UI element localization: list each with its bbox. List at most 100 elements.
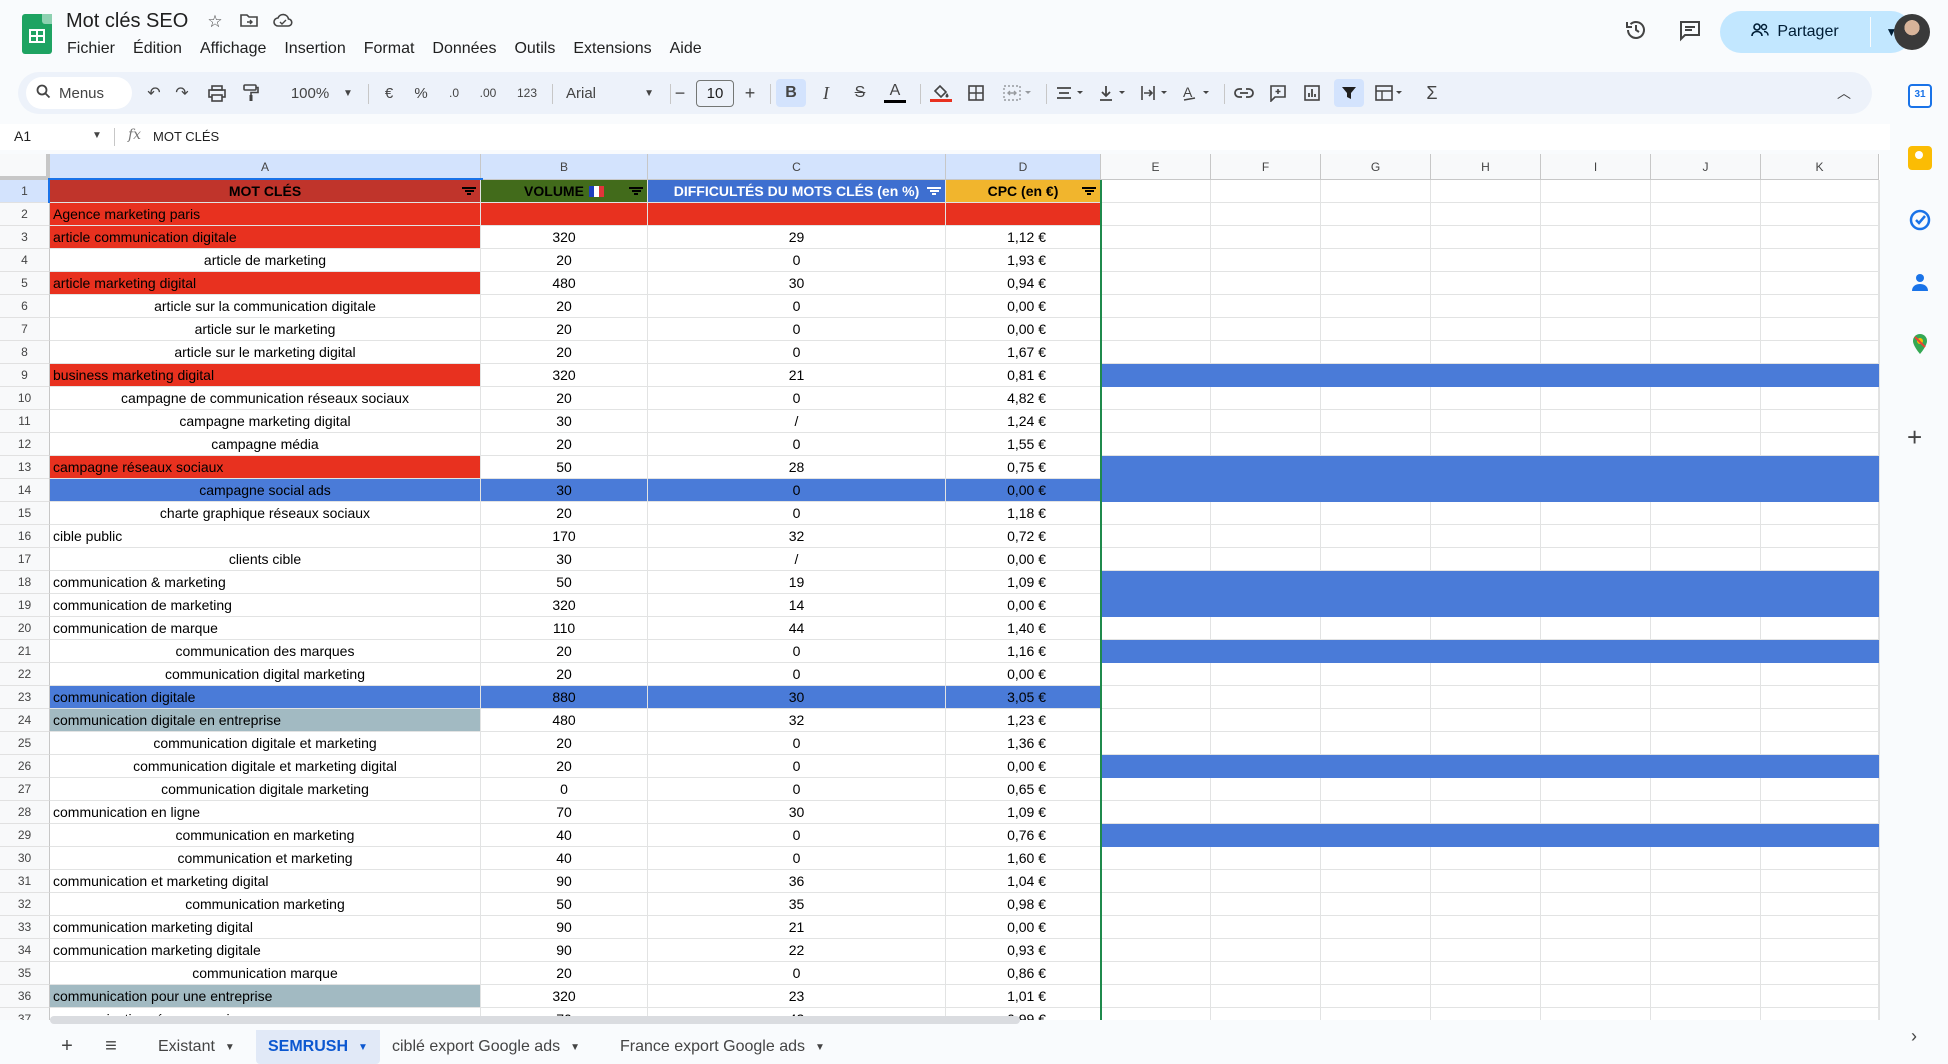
sheet-tab-caret-icon[interactable]: ▼ bbox=[815, 1042, 825, 1053]
cell-c[interactable]: 0 bbox=[648, 640, 946, 663]
empty-cell[interactable] bbox=[1541, 203, 1651, 226]
share-button[interactable]: Partager bbox=[1720, 11, 1870, 53]
cell-d[interactable]: 1,24 € bbox=[946, 410, 1101, 433]
row-number[interactable]: 15 bbox=[0, 502, 50, 525]
row-number[interactable]: 36 bbox=[0, 985, 50, 1008]
filter-icon[interactable] bbox=[1334, 79, 1364, 107]
redo-icon[interactable]: ↷ bbox=[170, 79, 194, 107]
search-menus-input[interactable]: Menus bbox=[26, 77, 132, 109]
sheet-tab-caret-icon[interactable]: ▼ bbox=[225, 1042, 235, 1053]
increase-font-size-icon[interactable]: + bbox=[738, 79, 762, 107]
row-number[interactable]: 35 bbox=[0, 962, 50, 985]
empty-cell[interactable] bbox=[1541, 847, 1651, 870]
empty-cell[interactable] bbox=[1101, 893, 1211, 916]
cell-c[interactable]: 21 bbox=[648, 364, 946, 387]
column-header-e[interactable]: E bbox=[1101, 154, 1211, 180]
empty-cell[interactable] bbox=[1431, 985, 1541, 1008]
horizontal-scrollbar[interactable] bbox=[50, 1016, 1020, 1024]
empty-cell[interactable] bbox=[1321, 778, 1431, 801]
empty-cell[interactable] bbox=[1761, 180, 1879, 203]
empty-cell[interactable] bbox=[1541, 962, 1651, 985]
empty-cell[interactable] bbox=[1431, 709, 1541, 732]
cell-c[interactable]: 0 bbox=[648, 341, 946, 364]
empty-cell[interactable] bbox=[1651, 916, 1761, 939]
empty-cell[interactable] bbox=[1321, 962, 1431, 985]
cell-c[interactable]: 0 bbox=[648, 778, 946, 801]
cell-c[interactable]: 30 bbox=[648, 272, 946, 295]
empty-cell[interactable] bbox=[1541, 663, 1651, 686]
increase-decimal-button[interactable]: .00 bbox=[472, 79, 504, 107]
sheet-tab-caret-icon[interactable]: ▼ bbox=[570, 1042, 580, 1053]
empty-cell[interactable] bbox=[1541, 801, 1651, 824]
empty-cell[interactable] bbox=[1101, 778, 1211, 801]
empty-cell[interactable] bbox=[1431, 525, 1541, 548]
cell-c[interactable]: 19 bbox=[648, 571, 946, 594]
empty-cell[interactable] bbox=[1211, 203, 1321, 226]
cell-a[interactable]: communication marketing digital bbox=[50, 916, 481, 939]
row-number[interactable]: 18 bbox=[0, 571, 50, 594]
text-rotation-icon[interactable]: A bbox=[1178, 79, 1216, 107]
cell-c[interactable]: 22 bbox=[648, 939, 946, 962]
cell-a[interactable]: business marketing digital bbox=[50, 364, 481, 387]
empty-cell[interactable] bbox=[1651, 732, 1761, 755]
cell-d[interactable]: 1,23 € bbox=[946, 709, 1101, 732]
cell-b[interactable]: 320 bbox=[481, 364, 648, 387]
empty-cell[interactable] bbox=[1651, 410, 1761, 433]
empty-cell[interactable] bbox=[1101, 962, 1211, 985]
empty-cell[interactable] bbox=[1321, 548, 1431, 571]
empty-cell[interactable] bbox=[1101, 686, 1211, 709]
empty-cell[interactable] bbox=[1431, 318, 1541, 341]
empty-cell[interactable] bbox=[1761, 341, 1879, 364]
empty-cell[interactable] bbox=[1431, 916, 1541, 939]
column-filter-icon[interactable] bbox=[629, 187, 643, 196]
highlight-band[interactable] bbox=[1101, 640, 1879, 663]
cell-d[interactable] bbox=[946, 203, 1101, 226]
empty-cell[interactable] bbox=[1541, 341, 1651, 364]
cell-a[interactable]: Agence marketing paris bbox=[50, 203, 481, 226]
cell-c[interactable]: 0 bbox=[648, 847, 946, 870]
empty-cell[interactable] bbox=[1211, 387, 1321, 410]
empty-cell[interactable] bbox=[1761, 203, 1879, 226]
cell-a[interactable]: communication digitale en entreprise bbox=[50, 709, 481, 732]
column-filter-icon[interactable] bbox=[1082, 187, 1096, 196]
formula-input[interactable]: MOT CLÉS bbox=[153, 129, 219, 144]
row-number[interactable]: 37 bbox=[0, 1008, 50, 1020]
cell-d[interactable]: 0,00 € bbox=[946, 318, 1101, 341]
empty-cell[interactable] bbox=[1541, 387, 1651, 410]
empty-cell[interactable] bbox=[1101, 916, 1211, 939]
cell-b[interactable]: 20 bbox=[481, 663, 648, 686]
column-header-j[interactable]: J bbox=[1651, 154, 1761, 180]
cell-a[interactable]: campagne marketing digital bbox=[50, 410, 481, 433]
empty-cell[interactable] bbox=[1651, 847, 1761, 870]
cell-b[interactable]: 20 bbox=[481, 732, 648, 755]
row-number[interactable]: 33 bbox=[0, 916, 50, 939]
cell-b[interactable]: 40 bbox=[481, 847, 648, 870]
cell-a[interactable]: clients cible bbox=[50, 548, 481, 571]
empty-cell[interactable] bbox=[1211, 272, 1321, 295]
text-wrapping-icon[interactable] bbox=[1136, 79, 1174, 107]
column-header-k[interactable]: K bbox=[1761, 154, 1879, 180]
cell-a[interactable]: communication de marketing bbox=[50, 594, 481, 617]
empty-cell[interactable] bbox=[1211, 962, 1321, 985]
cell-d[interactable]: 1,16 € bbox=[946, 640, 1101, 663]
empty-cell[interactable] bbox=[1541, 893, 1651, 916]
empty-cell[interactable] bbox=[1541, 502, 1651, 525]
empty-cell[interactable] bbox=[1431, 732, 1541, 755]
empty-cell[interactable] bbox=[1101, 1008, 1211, 1020]
empty-cell[interactable] bbox=[1101, 525, 1211, 548]
cell-c[interactable]: 0 bbox=[648, 824, 946, 847]
cell-d[interactable]: 0,65 € bbox=[946, 778, 1101, 801]
highlight-band[interactable] bbox=[1101, 479, 1879, 502]
cell-c[interactable]: 30 bbox=[648, 686, 946, 709]
empty-cell[interactable] bbox=[1651, 226, 1761, 249]
header-cell-a[interactable]: MOT CLÉS bbox=[48, 178, 483, 205]
empty-cell[interactable] bbox=[1651, 893, 1761, 916]
menu-outils[interactable]: Outils bbox=[505, 40, 564, 58]
empty-cell[interactable] bbox=[1541, 686, 1651, 709]
cell-c[interactable]: 0 bbox=[648, 502, 946, 525]
cell-b[interactable]: 50 bbox=[481, 893, 648, 916]
row-number[interactable]: 20 bbox=[0, 617, 50, 640]
empty-cell[interactable] bbox=[1541, 226, 1651, 249]
empty-cell[interactable] bbox=[1541, 939, 1651, 962]
cell-b[interactable]: 70 bbox=[481, 801, 648, 824]
